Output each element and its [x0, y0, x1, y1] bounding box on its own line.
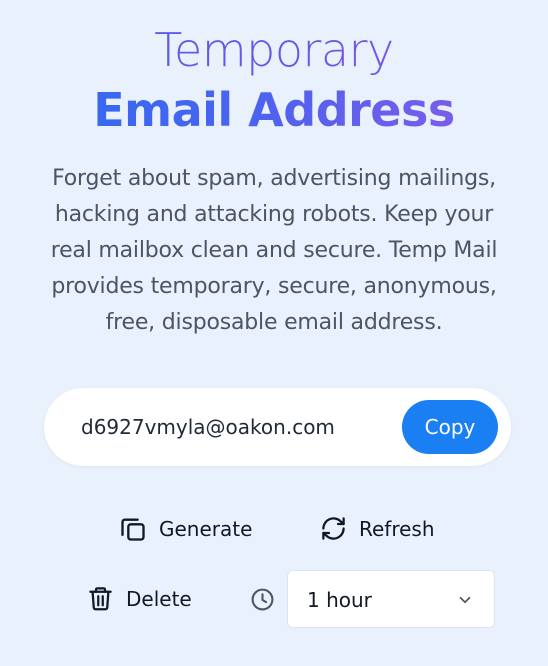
refresh-icon [322, 517, 345, 540]
hero-title-line2: Email Address [0, 78, 548, 142]
clock-icon [251, 588, 274, 611]
delete-button[interactable]: Delete [87, 585, 192, 612]
email-address[interactable]: d6927vmyla@oakon.com [81, 412, 335, 442]
hero-description: Forget about spam, advertising mailings,… [50, 166, 498, 335]
delete-label: Delete [126, 586, 192, 611]
expiry-selected-value: 1 hour [307, 588, 372, 612]
trash-icon [89, 587, 112, 611]
generate-button[interactable]: Generate [119, 515, 252, 543]
copy-button[interactable]: Copy [402, 400, 498, 454]
chevron-down-icon [459, 596, 471, 604]
refresh-label: Refresh [359, 516, 435, 541]
hero-title-line1: Temporary [0, 18, 548, 82]
generate-label: Generate [159, 517, 253, 541]
email-address-box: d6927vmyla@oakon.com Copy [44, 388, 511, 466]
copy-icon [121, 518, 145, 541]
expiry-select[interactable]: 1 hour [287, 570, 495, 628]
refresh-button[interactable]: Refresh [320, 515, 435, 542]
